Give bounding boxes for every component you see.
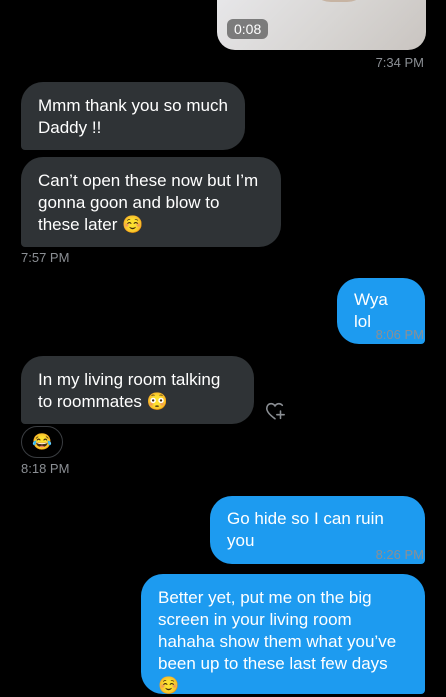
heart-plus-icon[interactable] bbox=[264, 400, 286, 422]
incoming-message-bubble[interactable]: In my living room talking to roommates 😳 bbox=[21, 356, 254, 424]
message-timestamp: 8:06 PM bbox=[375, 327, 424, 342]
message-text: Mmm thank you so much Daddy !! bbox=[38, 96, 228, 137]
message-text: Go hide so I can ruin you bbox=[227, 509, 384, 550]
message-timestamp: 7:57 PM bbox=[21, 250, 70, 265]
video-thumbnail-detail bbox=[309, 0, 369, 2]
message-timestamp: 8:18 PM bbox=[21, 461, 70, 476]
reaction-emoji: 😂 bbox=[32, 434, 52, 451]
message-text: In my living room talking to roommates 😳 bbox=[38, 370, 221, 411]
message-text: Wya lol bbox=[354, 290, 388, 331]
video-attachment[interactable]: 0:08 bbox=[217, 0, 426, 50]
message-timestamp: 7:34 PM bbox=[375, 55, 424, 70]
reaction-chip[interactable]: 😂 bbox=[21, 426, 63, 458]
message-timestamp: 8:26 PM bbox=[375, 547, 424, 562]
message-text: Better yet, put me on the big screen in … bbox=[158, 588, 397, 695]
incoming-message-bubble[interactable]: Can’t open these now but I’m gonna goon … bbox=[21, 157, 281, 247]
incoming-message-bubble[interactable]: Mmm thank you so much Daddy !! bbox=[21, 82, 245, 150]
message-text: Can’t open these now but I’m gonna goon … bbox=[38, 171, 259, 234]
outgoing-message-bubble[interactable]: Better yet, put me on the big screen in … bbox=[141, 574, 425, 695]
video-duration-badge: 0:08 bbox=[227, 19, 269, 39]
